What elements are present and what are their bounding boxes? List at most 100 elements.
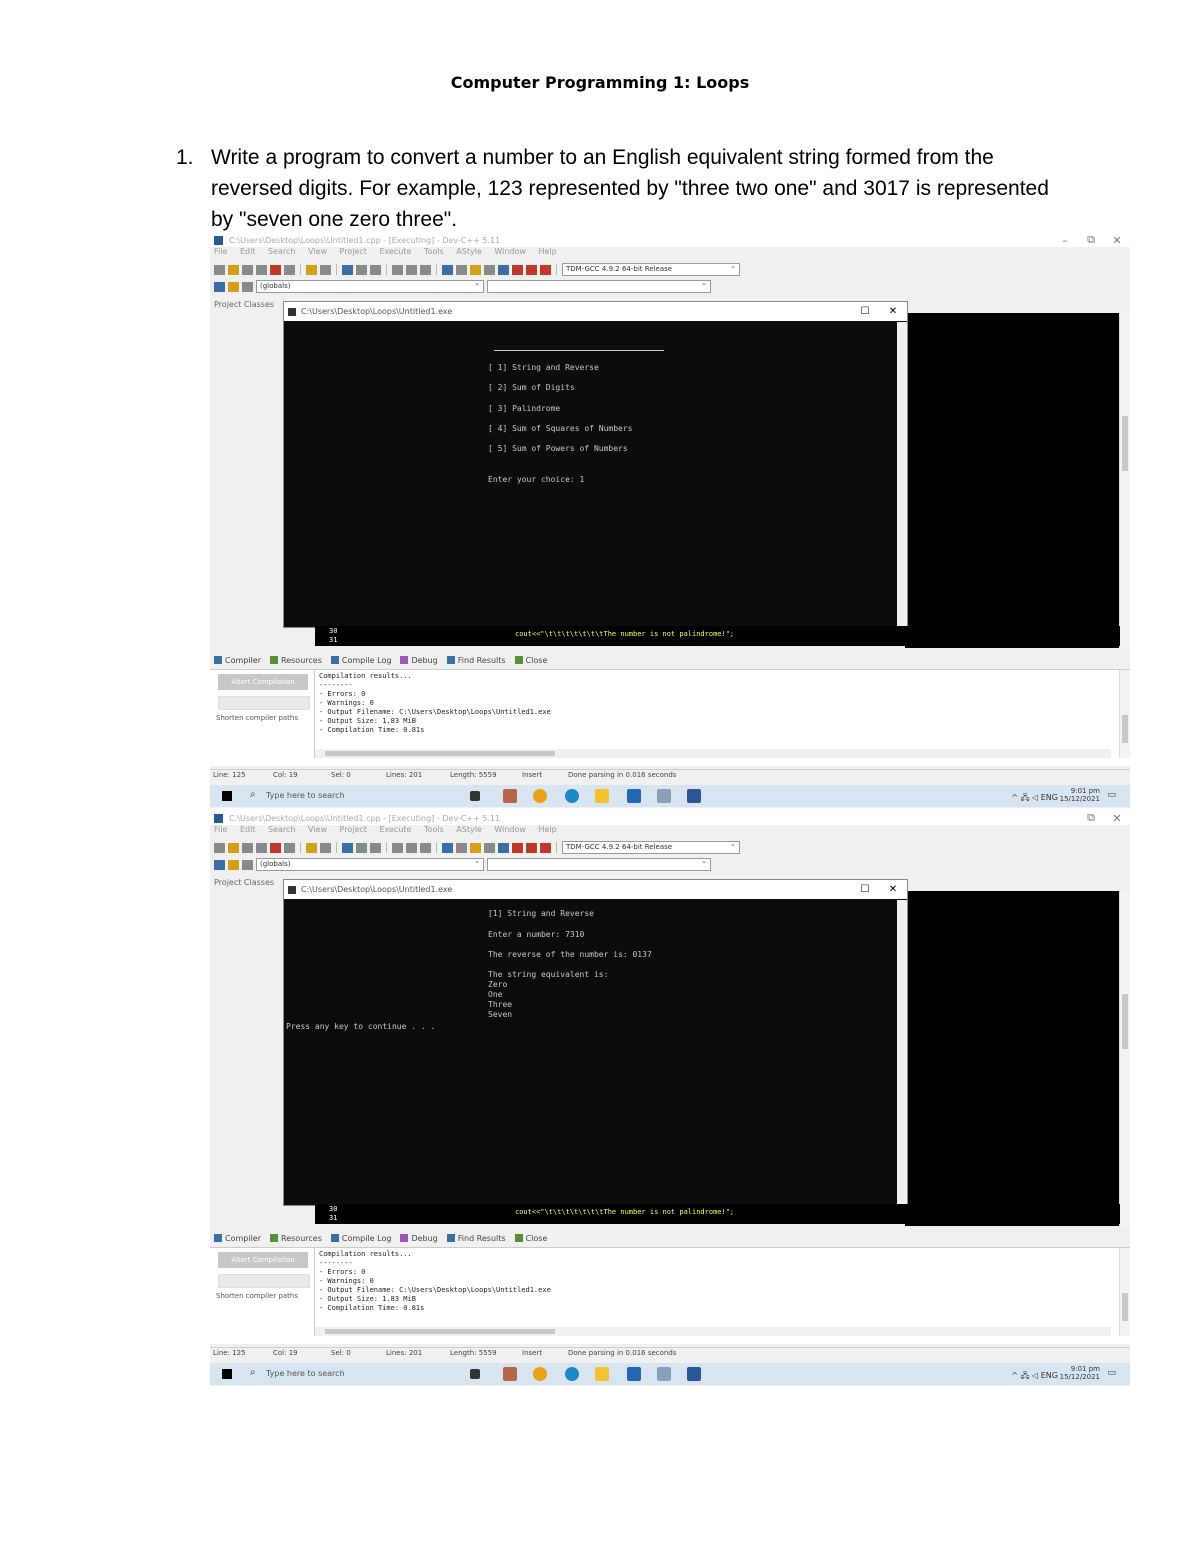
editor-scrollbar[interactable] [1119,313,1130,648]
code-editor[interactable] [905,891,1130,1226]
console-scrollbar[interactable] [897,322,907,627]
menu-astyle[interactable]: AStyle [456,825,482,834]
menu-edit[interactable]: Edit [240,247,256,256]
project-classes-tabs[interactable]: Project Classes [214,300,274,309]
menu-execute[interactable]: Execute [379,825,411,834]
photos-icon[interactable] [627,1367,641,1381]
tab-compile-log[interactable]: Compile Log [330,656,391,665]
search-icon[interactable]: ⌕ [250,789,256,800]
word-icon[interactable] [687,789,701,803]
menu-window[interactable]: Window [494,247,526,256]
log-scrollbar[interactable] [1119,1248,1130,1336]
find-icon[interactable] [342,842,353,853]
redo-icon[interactable] [320,842,331,853]
menu-window[interactable]: Window [494,825,526,834]
code-editor[interactable] [905,313,1130,648]
save-icon[interactable] [242,264,253,275]
log-hscrollbar[interactable] [315,1327,1111,1336]
tab-debug[interactable]: Debug [400,1234,438,1243]
abort-compilation-button[interactable]: Abort Compilation [218,674,308,690]
menu-project[interactable]: Project [340,825,367,834]
compile-icon[interactable] [442,264,453,275]
devcpp-taskbar-icon[interactable] [657,1367,671,1381]
menu-astyle[interactable]: AStyle [456,247,482,256]
menu-project[interactable]: Project [340,247,367,256]
taskbar-search-input[interactable]: Type here to search [266,791,345,800]
save-all-icon[interactable] [256,842,267,853]
members-select[interactable] [487,856,711,871]
project-classes-tabs[interactable]: Project Classes [214,878,274,887]
redo-icon[interactable] [320,264,331,275]
globals-select[interactable]: (globals) [256,278,484,293]
tab-compile-log[interactable]: Compile Log [330,1234,391,1243]
run-icon[interactable] [456,842,467,853]
menu-search[interactable]: Search [268,247,295,256]
tab-close[interactable]: Close [514,656,547,665]
task-view-icon[interactable] [470,1369,480,1379]
editor-scrollbar[interactable] [1119,891,1130,1226]
unindent-icon[interactable] [406,264,417,275]
console-maximize-button[interactable]: ☐ [851,306,879,317]
edge-icon[interactable] [565,1367,579,1381]
taskbar-clock[interactable]: 9:01 pm 15/12/2021 [1060,787,1100,803]
close-file-icon[interactable] [270,842,281,853]
devcpp-taskbar-icon[interactable] [657,789,671,803]
menu-help[interactable]: Help [539,247,557,256]
rebuild-icon[interactable] [484,842,495,853]
menu-file[interactable]: File [214,247,227,256]
file-explorer-icon[interactable] [595,789,609,803]
goto-icon[interactable] [370,264,381,275]
chrome-icon[interactable] [533,789,547,803]
compiler-select[interactable]: TDM-GCC 4.9.2 64-bit Release [562,839,740,854]
close-button[interactable]: ✕ [1104,812,1130,825]
compiler-select[interactable]: TDM-GCC 4.9.2 64-bit Release [562,261,740,276]
insert-icon[interactable] [214,859,225,870]
task-view-icon[interactable] [470,791,480,801]
restore-button[interactable]: ⧉ [1078,233,1104,247]
print-icon[interactable] [284,842,295,853]
windows-start-icon[interactable] [222,1369,232,1379]
profile-icon[interactable] [526,842,537,853]
chart-icon[interactable] [540,842,551,853]
find-icon[interactable] [342,264,353,275]
tab-compiler[interactable]: Compiler [214,656,261,665]
console-maximize-button[interactable]: ☐ [851,884,879,895]
taskbar-search-input[interactable]: Type here to search [266,1369,345,1378]
menu-file[interactable]: File [214,825,227,834]
app-icon-box[interactable] [503,789,517,803]
edge-icon[interactable] [565,789,579,803]
unindent-icon[interactable] [406,842,417,853]
system-tray-icons[interactable]: ^ 🖧 ◁ ENG [1011,1370,1058,1384]
file-explorer-icon[interactable] [595,1367,609,1381]
tab-find-results[interactable]: Find Results [446,656,506,665]
notifications-icon[interactable]: ▭ [1107,1368,1116,1378]
close-button[interactable]: ✕ [1104,234,1130,247]
print-icon[interactable] [284,264,295,275]
open-file-icon[interactable] [228,264,239,275]
goto-bookmark-icon[interactable] [242,281,253,292]
tab-find-results[interactable]: Find Results [446,1234,506,1243]
replace-icon[interactable] [356,842,367,853]
console-scrollbar[interactable] [897,900,907,1205]
tab-resources[interactable]: Resources [270,656,322,665]
tab-debug[interactable]: Debug [400,656,438,665]
word-icon[interactable] [687,1367,701,1381]
menu-view[interactable]: View [308,825,327,834]
menu-search[interactable]: Search [268,825,295,834]
stop-icon[interactable] [512,842,523,853]
save-icon[interactable] [242,842,253,853]
profile-icon[interactable] [526,264,537,275]
photos-icon[interactable] [627,789,641,803]
console-close-button[interactable]: ✕ [879,306,907,317]
system-tray-icons[interactable]: ^ 🖧 ◁ ENG [1011,792,1058,806]
notifications-icon[interactable]: ▭ [1107,790,1116,800]
open-file-icon[interactable] [228,842,239,853]
toggle-icon[interactable] [420,842,431,853]
replace-icon[interactable] [356,264,367,275]
shorten-paths-checkbox[interactable]: Shorten compiler paths [216,1292,298,1300]
chrome-icon[interactable] [533,1367,547,1381]
bookmark-icon[interactable] [228,859,239,870]
indent-icon[interactable] [392,842,403,853]
close-file-icon[interactable] [270,264,281,275]
menu-execute[interactable]: Execute [379,247,411,256]
